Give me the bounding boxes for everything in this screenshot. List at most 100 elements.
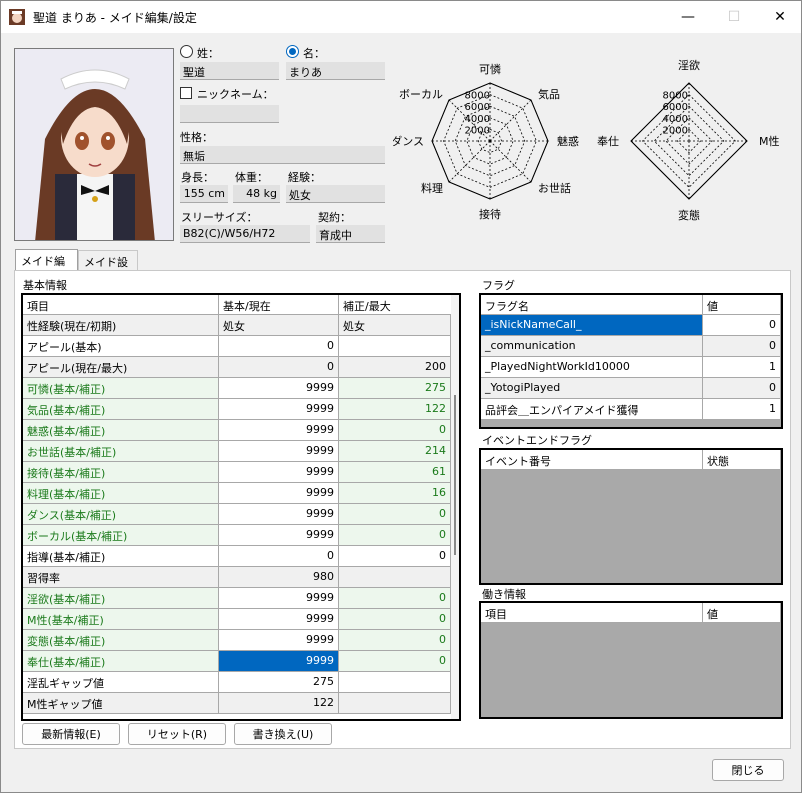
table-row[interactable]: 淫乱ギャップ値 275	[23, 672, 459, 693]
table-row[interactable]: 可憐(基本/補正) 9999 275	[23, 378, 459, 399]
flag-row[interactable]: _communication 0	[481, 336, 781, 357]
personality-field[interactable]: 無垢	[180, 146, 385, 164]
rewrite-button[interactable]: 書き換え(U)	[234, 723, 332, 745]
row-mod-cell[interactable]: 処女	[339, 315, 451, 336]
row-item-cell[interactable]: M性(基本/補正)	[23, 609, 219, 630]
col-header-flag-name[interactable]: フラグ名	[481, 295, 703, 315]
table-row[interactable]: アピール(現在/最大) 0 200	[23, 357, 459, 378]
row-base-cell[interactable]: 9999	[219, 483, 339, 504]
flag-name-cell[interactable]: _PlayedNightWorkId10000	[481, 357, 703, 378]
flag-value-cell[interactable]: 0	[703, 378, 781, 399]
row-mod-cell[interactable]: 16	[339, 483, 451, 504]
row-item-cell[interactable]: 接待(基本/補正)	[23, 462, 219, 483]
nickname-field[interactable]	[180, 105, 279, 123]
close-window-button[interactable]: ✕	[757, 1, 802, 32]
row-item-cell[interactable]: 気品(基本/補正)	[23, 399, 219, 420]
row-item-cell[interactable]: 習得率	[23, 567, 219, 588]
row-base-cell[interactable]: 275	[219, 672, 339, 693]
row-mod-cell[interactable]: 275	[339, 378, 451, 399]
height-field[interactable]: 155 cm	[180, 185, 228, 203]
row-item-cell[interactable]: M性ギャップ値	[23, 693, 219, 714]
row-item-cell[interactable]: 可憐(基本/補正)	[23, 378, 219, 399]
row-base-cell[interactable]: 0	[219, 357, 339, 378]
table-row[interactable]: 性経験(現在/初期) 処女 処女	[23, 315, 459, 336]
row-mod-cell[interactable]	[339, 693, 451, 714]
row-base-cell[interactable]: 9999	[219, 630, 339, 651]
row-mod-cell[interactable]	[339, 567, 451, 588]
flag-value-cell[interactable]: 0	[703, 315, 781, 336]
row-mod-cell[interactable]: 0	[339, 525, 451, 546]
table-row[interactable]: 奉仕(基本/補正) 9999 0	[23, 651, 459, 672]
flag-name-cell[interactable]: _isNickNameCall_	[481, 315, 703, 336]
row-base-cell[interactable]: 980	[219, 567, 339, 588]
flag-value-cell[interactable]: 1	[703, 357, 781, 378]
row-base-cell[interactable]: 9999	[219, 609, 339, 630]
col-header-event-number[interactable]: イベント番号	[481, 450, 703, 470]
row-item-cell[interactable]: 淫乱ギャップ値	[23, 672, 219, 693]
table-row[interactable]: 指導(基本/補正) 0 0	[23, 546, 459, 567]
row-base-cell[interactable]: 122	[219, 693, 339, 714]
row-base-cell[interactable]: 9999	[219, 525, 339, 546]
col-header-mod[interactable]: 補正/最大	[339, 295, 459, 315]
col-header-work-value[interactable]: 値	[703, 603, 781, 623]
weight-field[interactable]: 48 kg	[233, 185, 280, 203]
row-mod-cell[interactable]: 214	[339, 441, 451, 462]
row-item-cell[interactable]: ダンス(基本/補正)	[23, 504, 219, 525]
table-row[interactable]: ボーカル(基本/補正) 9999 0	[23, 525, 459, 546]
flag-value-cell[interactable]: 1	[703, 399, 781, 420]
row-base-cell[interactable]: 9999	[219, 399, 339, 420]
flag-row[interactable]: _YotogiPlayed 0	[481, 378, 781, 399]
nickname-checkbox[interactable]	[180, 87, 192, 99]
row-item-cell[interactable]: 魅惑(基本/補正)	[23, 420, 219, 441]
surname-field[interactable]: 聖道	[180, 62, 279, 80]
row-base-cell[interactable]: 9999	[219, 588, 339, 609]
col-header-event-state[interactable]: 状態	[703, 450, 781, 470]
tab-maid-edit[interactable]: メイド編集	[15, 249, 78, 284]
row-mod-cell[interactable]: 200	[339, 357, 451, 378]
row-item-cell[interactable]: 料理(基本/補正)	[23, 483, 219, 504]
table-row[interactable]: 気品(基本/補正) 9999 122	[23, 399, 459, 420]
basic-grid-scroll-thumb[interactable]	[454, 395, 456, 555]
row-base-cell[interactable]: 0	[219, 546, 339, 567]
col-header-base[interactable]: 基本/現在	[219, 295, 339, 315]
row-item-cell[interactable]: アピール(現在/最大)	[23, 357, 219, 378]
row-base-cell[interactable]: 9999	[219, 462, 339, 483]
title-bar[interactable]: 聖道 まりあ - メイド編集/設定 — ☐ ✕	[1, 1, 801, 33]
contract-field[interactable]: 育成中	[316, 225, 385, 243]
minimize-button[interactable]: —	[665, 1, 711, 32]
close-button[interactable]: 閉じる	[712, 759, 784, 781]
table-row[interactable]: お世話(基本/補正) 9999 214	[23, 441, 459, 462]
flag-row[interactable]: _PlayedNightWorkId10000 1	[481, 357, 781, 378]
flag-value-cell[interactable]: 0	[703, 336, 781, 357]
name-field[interactable]: まりあ	[286, 62, 385, 80]
row-mod-cell[interactable]: 0	[339, 651, 451, 672]
row-mod-cell[interactable]: 0	[339, 420, 451, 441]
row-base-cell[interactable]: 9999	[219, 441, 339, 462]
row-mod-cell[interactable]: 0	[339, 630, 451, 651]
refresh-button[interactable]: 最新情報(E)	[22, 723, 120, 745]
row-item-cell[interactable]: アピール(基本)	[23, 336, 219, 357]
reset-button[interactable]: リセット(R)	[128, 723, 226, 745]
basic-grid-scrollbar[interactable]	[451, 295, 459, 719]
table-row[interactable]: 変態(基本/補正) 9999 0	[23, 630, 459, 651]
flag-name-cell[interactable]: 品評会＿エンパイアメイド獲得	[481, 399, 703, 420]
row-mod-cell[interactable]: 0	[339, 504, 451, 525]
row-base-cell[interactable]: 0	[219, 336, 339, 357]
three-sizes-field[interactable]: B82(C)/W56/H72	[180, 225, 310, 243]
row-item-cell[interactable]: 指導(基本/補正)	[23, 546, 219, 567]
table-row[interactable]: 料理(基本/補正) 9999 16	[23, 483, 459, 504]
row-base-cell[interactable]: 9999	[219, 420, 339, 441]
flag-name-cell[interactable]: _YotogiPlayed	[481, 378, 703, 399]
flag-row[interactable]: _isNickNameCall_ 0	[481, 315, 781, 336]
row-item-cell[interactable]: 性経験(現在/初期)	[23, 315, 219, 336]
tab-maid-settings[interactable]: メイド設定	[78, 250, 138, 285]
col-header-work-item[interactable]: 項目	[481, 603, 703, 623]
table-row[interactable]: アピール(基本) 0	[23, 336, 459, 357]
table-row[interactable]: M性ギャップ値 122	[23, 693, 459, 714]
row-base-cell[interactable]: 9999	[219, 651, 339, 672]
experience-field[interactable]: 処女	[286, 185, 385, 203]
row-base-cell[interactable]: 9999	[219, 378, 339, 399]
table-row[interactable]: ダンス(基本/補正) 9999 0	[23, 504, 459, 525]
table-row[interactable]: 淫欲(基本/補正) 9999 0	[23, 588, 459, 609]
row-mod-cell[interactable]	[339, 672, 451, 693]
